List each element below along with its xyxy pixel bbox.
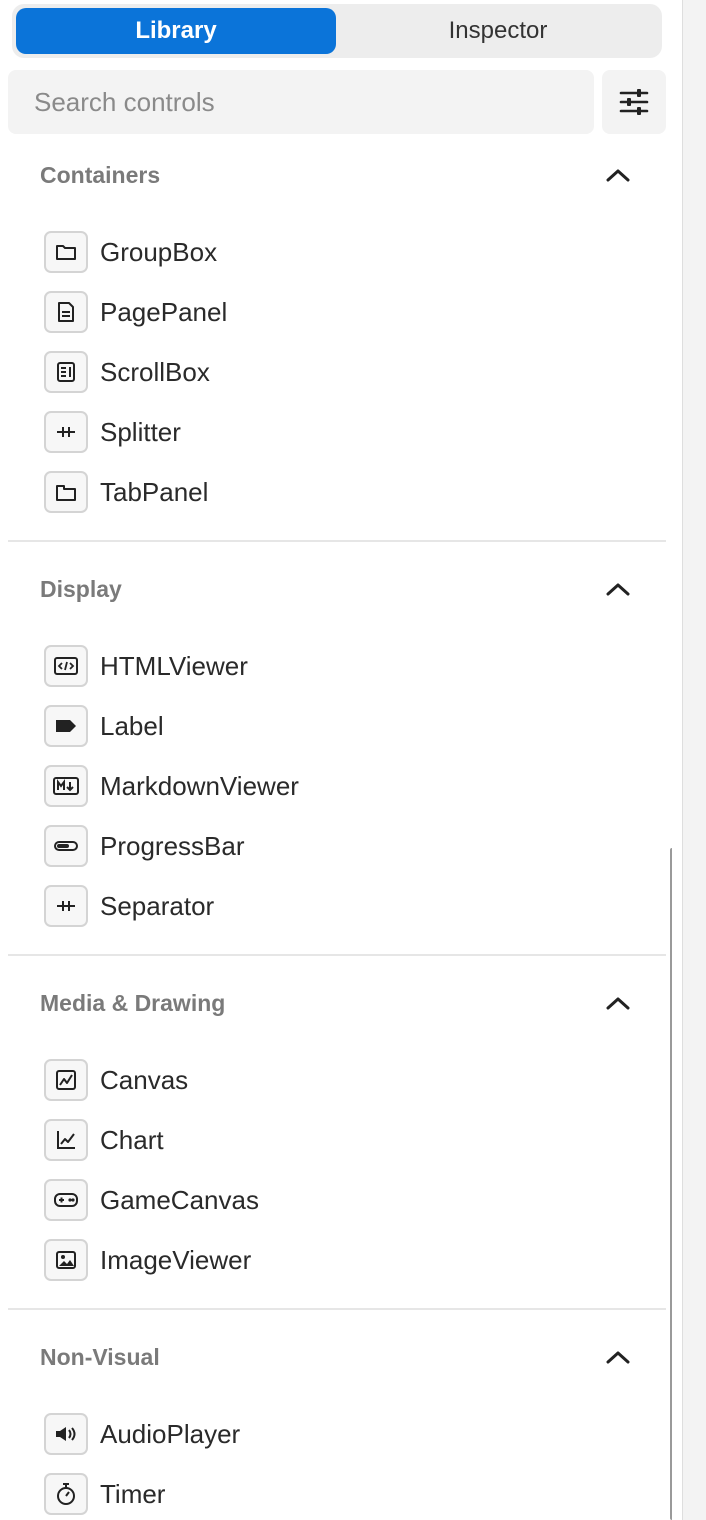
list-item-gamecanvas[interactable]: GameCanvas <box>44 1178 259 1222</box>
section-divider <box>8 954 666 956</box>
section-title: Display <box>40 576 122 602</box>
list-item-progressbar[interactable]: ProgressBar <box>44 824 245 868</box>
section-containers: Containers <box>8 140 666 210</box>
chevron-up-icon[interactable] <box>604 992 632 1014</box>
section-title: Media & Drawing <box>40 990 226 1016</box>
section-display: Display <box>8 554 666 624</box>
item-label: TabPanel <box>100 476 209 507</box>
library-panel: Library Inspector Containers <box>0 0 672 1520</box>
section-non-visual: Non-Visual <box>8 1322 666 1392</box>
item-label: Separator <box>100 890 215 921</box>
label-icon <box>44 705 88 747</box>
tab-library[interactable]: Library <box>16 8 336 54</box>
adjacent-pane-edge <box>682 0 706 1520</box>
item-label: ImageViewer <box>100 1244 252 1275</box>
image-icon <box>44 1239 88 1281</box>
code-icon <box>44 645 88 687</box>
filter-button[interactable] <box>602 70 666 134</box>
item-label: Timer <box>100 1478 166 1509</box>
panel-tab-switcher: Library Inspector <box>12 4 662 58</box>
tabpanel-icon <box>44 471 88 513</box>
sliders-icon <box>619 89 649 115</box>
item-label: Chart <box>100 1124 164 1155</box>
section-header[interactable]: Display <box>8 554 666 624</box>
item-label: AudioPlayer <box>100 1418 241 1449</box>
section-divider <box>8 540 666 542</box>
gamepad-icon <box>44 1179 88 1221</box>
stopwatch-icon <box>44 1473 88 1515</box>
list-item-audioplayer[interactable]: AudioPlayer <box>44 1412 240 1456</box>
item-label: Label <box>100 710 164 741</box>
list-item-splitter[interactable]: Splitter <box>44 410 181 454</box>
separator-icon <box>44 885 88 927</box>
list-item-label[interactable]: Label <box>44 704 164 748</box>
section-divider <box>8 1308 666 1310</box>
tab-inspector[interactable]: Inspector <box>338 8 658 54</box>
list-item-timer[interactable]: Timer <box>44 1472 165 1516</box>
section-header[interactable]: Non-Visual <box>8 1322 666 1392</box>
speaker-icon <box>44 1413 88 1455</box>
folder-icon <box>44 231 88 273</box>
section-header[interactable]: Media & Drawing <box>8 968 666 1038</box>
item-label: GroupBox <box>100 236 218 267</box>
panel-gutter <box>672 0 682 1520</box>
section-header[interactable]: Containers <box>8 140 666 210</box>
scrollbox-icon <box>44 351 88 393</box>
item-label: Splitter <box>100 416 181 447</box>
progressbar-icon <box>44 825 88 867</box>
list-item-separator[interactable]: Separator <box>44 884 214 928</box>
chevron-up-icon[interactable] <box>604 164 632 186</box>
chevron-up-icon[interactable] <box>604 578 632 600</box>
markdown-icon <box>44 765 88 807</box>
list-item-scrollbox[interactable]: ScrollBox <box>44 350 210 394</box>
search-input[interactable] <box>34 86 594 118</box>
list-item-pagepanel[interactable]: PagePanel <box>44 290 227 334</box>
item-label: Canvas <box>100 1064 189 1095</box>
list-item-htmlviewer[interactable]: HTMLViewer <box>44 644 248 688</box>
section-media-drawing: Media & Drawing <box>8 968 666 1038</box>
chevron-up-icon[interactable] <box>604 1346 632 1368</box>
list-item-chart[interactable]: Chart <box>44 1118 164 1162</box>
list-item-markdownviewer[interactable]: MarkdownViewer <box>44 764 299 808</box>
item-label: PagePanel <box>100 296 228 327</box>
section-title: Non-Visual <box>40 1344 160 1370</box>
splitter-icon <box>44 411 88 453</box>
section-title: Containers <box>40 162 161 188</box>
item-label: GameCanvas <box>100 1184 259 1215</box>
chart-icon <box>44 1119 88 1161</box>
search-field[interactable] <box>8 70 594 134</box>
list-item-groupbox[interactable]: GroupBox <box>44 230 217 274</box>
page-icon <box>44 291 88 333</box>
canvas-icon <box>44 1059 88 1101</box>
list-item-imageviewer[interactable]: ImageViewer <box>44 1238 251 1282</box>
item-label: ProgressBar <box>100 830 245 861</box>
item-label: MarkdownViewer <box>100 770 299 801</box>
list-item-canvas[interactable]: Canvas <box>44 1058 188 1102</box>
list-item-tabpanel[interactable]: TabPanel <box>44 470 208 514</box>
item-label: ScrollBox <box>100 356 210 387</box>
item-label: HTMLViewer <box>100 650 248 681</box>
